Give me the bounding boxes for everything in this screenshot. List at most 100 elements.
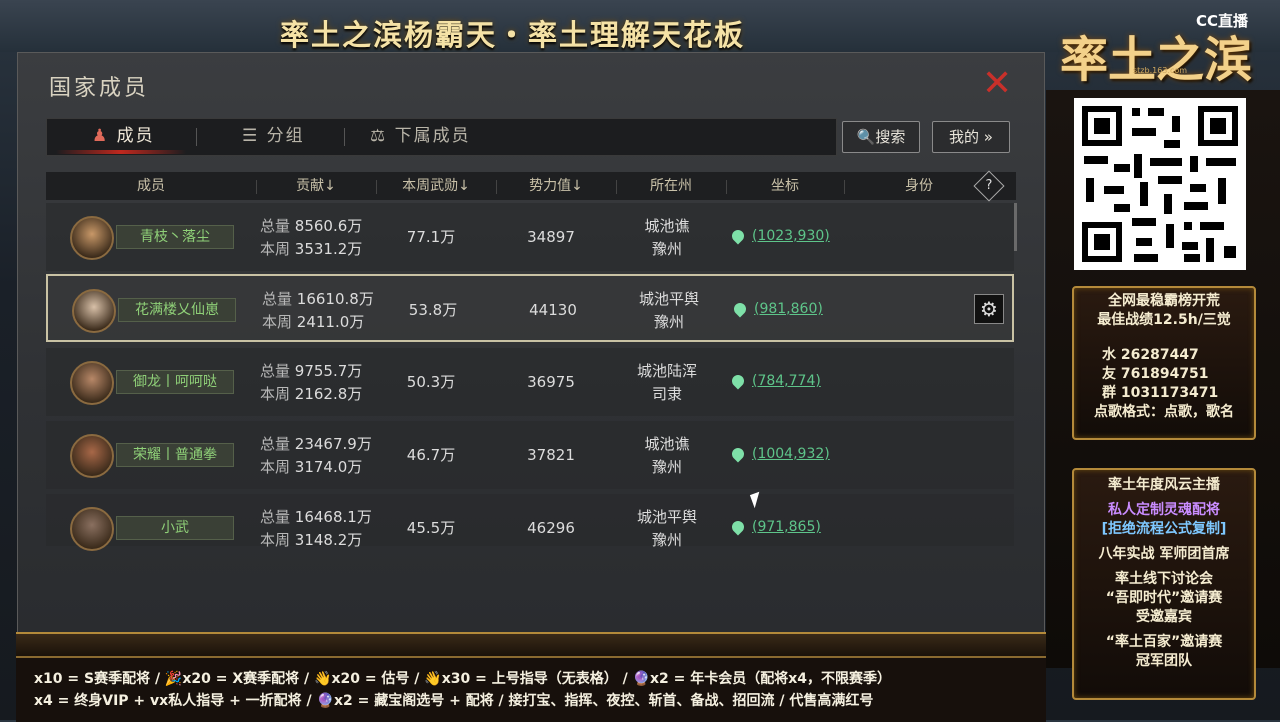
city-name: 城池谯: [644, 217, 690, 235]
state-name: 豫州: [651, 458, 682, 476]
bottom-frame: [16, 632, 1046, 656]
power-value: 44130: [529, 301, 577, 319]
coordinate-link[interactable]: (784,774): [752, 373, 821, 389]
city-name: 城池平舆: [636, 508, 697, 526]
location-pin-icon: [729, 372, 747, 390]
search-button[interactable]: 🔍搜索: [842, 121, 920, 153]
sidebar-line: 点歌格式：点歌，歌名: [1094, 404, 1234, 420]
avatar[interactable]: [70, 216, 114, 260]
contribution-week: 本周 3531.2万: [260, 240, 363, 258]
coordinate-link[interactable]: (971,865): [752, 519, 821, 535]
header-divider: [256, 180, 257, 194]
scrollbar[interactable]: [1014, 203, 1017, 251]
sidebar-line: 率土线下讨论会: [1115, 571, 1213, 587]
member-name[interactable]: 花满楼乂仙崽: [118, 298, 236, 322]
tab-divider: [196, 128, 197, 146]
avatar[interactable]: [72, 289, 116, 333]
sidebar-line: “率土百家”邀请赛: [1105, 634, 1223, 650]
power-value: 36975: [527, 373, 575, 391]
location-pin-icon: [729, 227, 747, 245]
stream-title: 率土之滨杨霸天・率土理解天花板: [280, 18, 746, 52]
ticker-line-2: x4 = 终身VIP + vx私人指导 + 一折配将 / 🔮x2 = 藏宝阁选号…: [34, 693, 874, 709]
location-pin-icon: [731, 300, 749, 318]
location-pin-icon: [729, 518, 747, 536]
contribution-total: 总量 23467.9万: [260, 435, 372, 453]
sidebar-line: 水 26287447: [1102, 347, 1199, 363]
state-name: 司隶: [651, 385, 682, 403]
city-name: 城池谯: [644, 435, 690, 453]
weekly-merit: 77.1万: [406, 228, 456, 246]
state-name: 豫州: [651, 531, 682, 549]
weekly-merit: 46.7万: [406, 446, 456, 464]
tab-divider: [344, 128, 345, 146]
subordinate-icon: ⚖: [370, 126, 388, 146]
sidebar-line: 八年实战 军师团首席: [1098, 546, 1230, 562]
sidebar-line: 全网最稳霸榜开荒: [1108, 293, 1220, 309]
state-name: 豫州: [651, 240, 682, 258]
avatar[interactable]: [70, 507, 114, 551]
contribution-week: 本周 2411.0万: [262, 313, 365, 331]
contribution-week: 本周 3174.0万: [260, 458, 363, 476]
city-name: 城池平舆: [638, 290, 699, 308]
header-divider: [726, 180, 727, 194]
contribution-total: 总量 16610.8万: [262, 290, 374, 308]
contribution-total: 总量 16468.1万: [260, 508, 372, 526]
member-row[interactable]: 御龙丨呵呵哒 总量 9755.7万 本周 2162.8万 50.3万 36975 城池陆浑…: [46, 348, 1014, 416]
coordinate-link[interactable]: (1023,930): [752, 228, 830, 244]
avatar[interactable]: [70, 361, 114, 405]
group-icon: ☰: [242, 126, 260, 146]
weekly-merit: 45.5万: [406, 519, 456, 537]
contribution-week: 本周 2162.8万: [260, 385, 363, 403]
column-header-coord[interactable]: 坐标: [726, 172, 844, 200]
member-name[interactable]: 荣耀丨普通拳: [116, 443, 234, 467]
active-tab-indicator: [56, 150, 186, 154]
panel-title: 国家成员: [49, 76, 150, 101]
member-row[interactable]: 花满楼乂仙崽 总量 16610.8万 本周 2411.0万 53.8万 44130 城池平…: [46, 274, 1014, 342]
location-pin-icon: [729, 445, 747, 463]
contribution-total: 总量 8560.6万: [260, 217, 363, 235]
gear-icon[interactable]: ⚙: [974, 294, 1004, 324]
coordinate-link[interactable]: (1004,932): [752, 446, 830, 462]
member-row[interactable]: 青枝丶落尘 总量 8560.6万 本周 3531.2万 77.1万 34897 城池谯 豫州…: [46, 203, 1014, 271]
column-header-weekly-merit[interactable]: 本周武勋↓: [376, 172, 496, 200]
sidebar-line: 群 1031173471: [1102, 385, 1219, 401]
member-name[interactable]: 御龙丨呵呵哒: [116, 370, 234, 394]
member-row[interactable]: 小武 总量 16468.1万 本周 3148.2万 45.5万 46296 城池平舆豫州 (…: [46, 494, 1014, 551]
column-header-member[interactable]: 成员: [46, 172, 256, 200]
member-name[interactable]: 小武: [116, 516, 234, 540]
member-name[interactable]: 青枝丶落尘: [116, 225, 234, 249]
sidebar-line: 冠军团队: [1136, 653, 1192, 669]
sidebar-line: 私人定制灵魂配将: [1108, 502, 1220, 518]
contribution-week: 本周 3148.2万: [260, 531, 363, 549]
tab-subordinates[interactable]: ⚖ 下属成员: [370, 118, 471, 154]
column-header-state[interactable]: 所在州: [616, 172, 726, 200]
avatar[interactable]: [70, 434, 114, 478]
tab-label: 下属成员: [394, 126, 471, 146]
sidebar-promo-box: 率土年度风云主播 私人定制灵魂配将 [拒绝流程公式复制] 八年实战 军师团首席 …: [1072, 468, 1256, 700]
tab-members[interactable]: ♟ 成员: [92, 118, 155, 154]
mine-button[interactable]: 我的 »: [932, 121, 1010, 153]
tab-label: 分组: [266, 126, 305, 146]
column-header-identity[interactable]: 身份: [844, 172, 994, 200]
header-divider: [376, 180, 377, 194]
member-row[interactable]: 荣耀丨普通拳 总量 23467.9万 本周 3174.0万 46.7万 37821 城池谯…: [46, 421, 1014, 489]
column-header-power[interactable]: 势力值↓: [496, 172, 616, 200]
sidebar-line: 最佳战绩12.5h/三觉: [1097, 312, 1231, 328]
close-button[interactable]: ✕: [982, 66, 1012, 102]
city-name: 城池陆浑: [636, 362, 697, 380]
header-divider: [844, 180, 845, 194]
coordinate-link[interactable]: (981,860): [754, 301, 823, 317]
power-value: 46296: [527, 519, 575, 537]
tab-groups[interactable]: ☰ 分组: [242, 118, 305, 154]
ticker-line-1: x10 = S赛季配将 / 🎉x20 = X赛季配将 / 👋x20 = 估号 /…: [34, 671, 892, 687]
sidebar-line: “吾即时代”邀请赛: [1105, 590, 1223, 606]
contribution-total: 总量 9755.7万: [260, 362, 363, 380]
column-header-contribution[interactable]: 贡献↓: [256, 172, 376, 200]
stream-ticker: [16, 656, 1046, 722]
sidebar-line: 受邀嘉宾: [1136, 609, 1192, 625]
qr-code-icon: [1074, 98, 1246, 270]
game-brand-logo: 率土之滨: [1060, 32, 1253, 88]
sidebar-line: 率土年度风云主播: [1108, 477, 1220, 493]
tab-label: 成员: [116, 126, 155, 146]
header-divider: [616, 180, 617, 194]
